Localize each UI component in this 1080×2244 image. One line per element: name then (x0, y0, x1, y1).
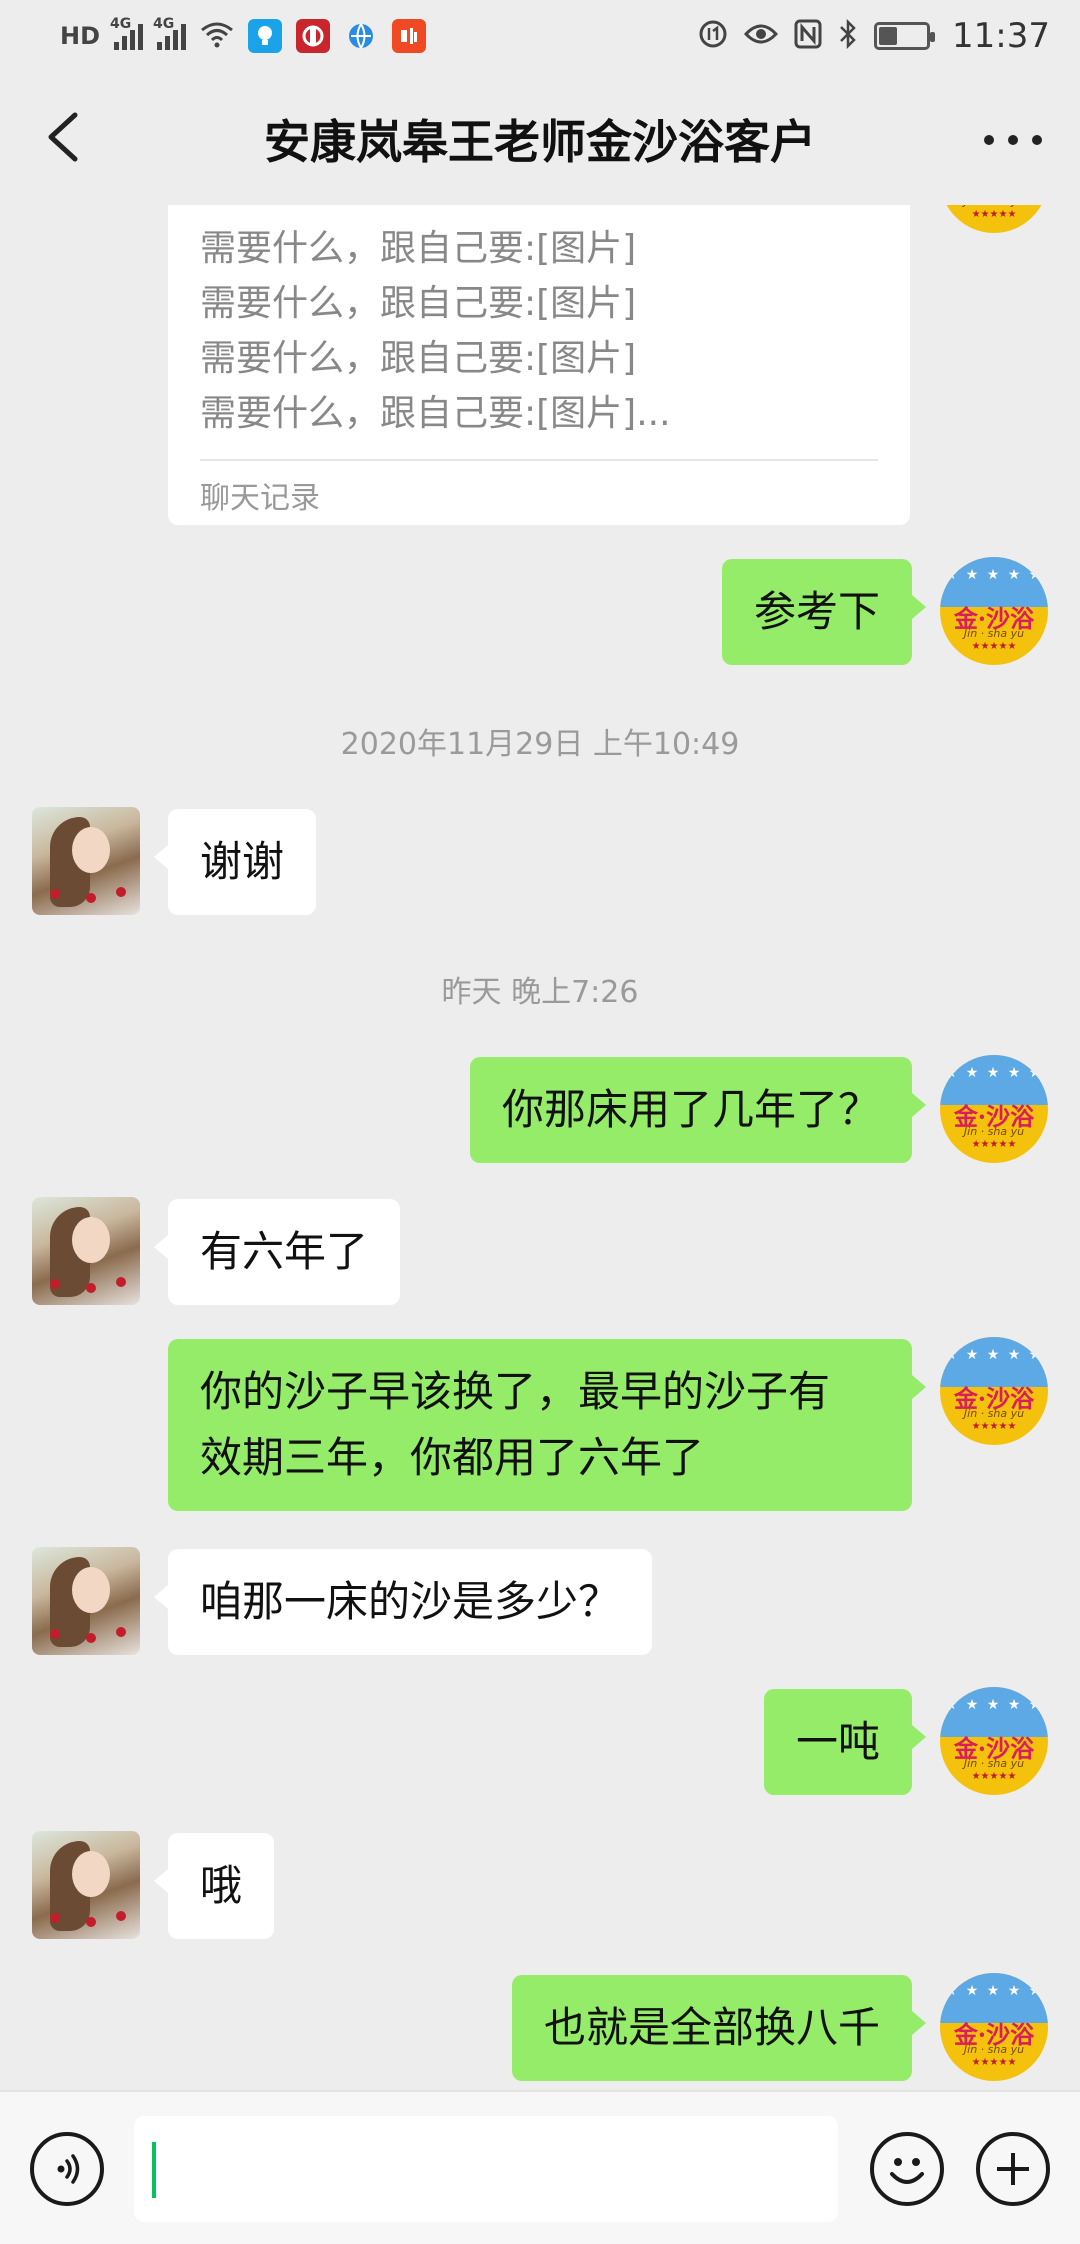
more-options-button[interactable] (978, 110, 1048, 170)
message-bubble-incoming[interactable]: 咱那一床的沙是多少？ (153, 1549, 653, 1655)
text-caret (152, 2142, 156, 2198)
wifi-icon (200, 20, 234, 52)
data-saver-icon (698, 19, 728, 53)
self-avatar[interactable]: ★ ★ ★ ★ ★ 金·沙浴 Jin · sha yu ★★★★★ (940, 1687, 1048, 1795)
chevron-left-icon (48, 112, 78, 162)
message-bubble-outgoing[interactable]: 你那床用了几年了？ (469, 1057, 927, 1163)
message-list[interactable]: ★ ★ ★ ★ ★ 金·沙浴 Jin · sha yu ★★★★★ 需要什么，跟… (0, 205, 1080, 2090)
status-bar-left: HD 4G 4G (60, 14, 427, 58)
record-line: 需要什么，跟自己要:[图片] (200, 283, 637, 324)
timestamp: 昨天 晚上7:26 (441, 975, 639, 1010)
self-avatar[interactable]: ★ ★ ★ ★ ★ 金·沙浴 Jin · sha yu ★★★★★ (940, 557, 1048, 665)
bulb-app-icon (248, 19, 283, 53)
timestamp: 2020年11月29日 上午10:49 (340, 727, 740, 762)
battery-fill (879, 27, 898, 45)
chat-record-card[interactable]: 需要什么，跟自己要:[图片] 需要什么，跟自己要:[图片] 需要什么，跟自己要:… (168, 205, 910, 525)
back-button[interactable] (28, 102, 98, 172)
message-input[interactable] (134, 2116, 838, 2222)
message-bubble-outgoing[interactable]: 一吨 (763, 1689, 927, 1795)
message-bubble-outgoing[interactable]: 参考下 (721, 559, 927, 665)
contact-avatar[interactable] (32, 1547, 140, 1655)
bluetooth-icon (838, 18, 858, 53)
bank-app-icon (296, 19, 331, 53)
message-bubble-incoming[interactable]: 谢谢 (153, 809, 317, 915)
status-bar: HD 4G 4G 11:37 (0, 0, 1080, 70)
eye-icon (743, 22, 779, 50)
voice-icon (57, 2154, 80, 2184)
message-bubble-incoming[interactable]: 哦 (153, 1833, 275, 1939)
title-bar: 安康岚皋王老师金沙浴客户 (0, 70, 1080, 205)
signal-icon-1: 4G (110, 16, 144, 50)
record-line: 需要什么，跟自己要:[图片] (200, 228, 637, 269)
nfc-icon (794, 19, 822, 53)
record-line: 需要什么，跟自己要:[图片]... (200, 393, 671, 434)
message-bubble-outgoing[interactable]: 你的沙子早该换了，最早的沙子有 效期三年，你都用了六年了 (168, 1339, 926, 1511)
globe-app-icon (344, 19, 378, 53)
battery-icon (874, 22, 936, 50)
message-line: 你的沙子早该换了，最早的沙子有 (200, 1367, 831, 1416)
chat-screen: HD 4G 4G 11:37 安康岚皋王老师金沙浴客户 ★★★★★ 需要什么，跟… (0, 0, 1080, 2244)
signal-icon-2: 4G (153, 16, 187, 50)
chat-title: 安康岚皋王老师金沙浴客户 (264, 115, 816, 169)
input-bar (0, 2090, 1080, 2244)
self-avatar[interactable]: ★ ★ ★ ★ ★ 金·沙浴 Jin · sha yu ★★★★★ (940, 205, 1048, 233)
hd-indicator: HD (60, 22, 101, 50)
self-avatar[interactable]: ★ ★ ★ ★ ★ 金·沙浴 Jin · sha yu ★★★★★ (940, 1337, 1048, 1445)
status-time: 11:37 (952, 16, 1050, 56)
record-divider (200, 459, 878, 461)
status-bar-right: 11:37 (698, 14, 1050, 58)
smiley-icon (890, 2158, 924, 2184)
more-actions-button[interactable] (976, 2132, 1050, 2206)
message-line: 效期三年，你都用了六年了 (200, 1433, 705, 1482)
emoji-button[interactable] (870, 2132, 944, 2206)
message-bubble-incoming[interactable]: 有六年了 (153, 1199, 401, 1305)
listen-app-icon (392, 19, 427, 53)
contact-avatar[interactable] (32, 1197, 140, 1305)
contact-avatar[interactable] (32, 807, 140, 915)
record-footer: 聊天记录 (200, 481, 320, 516)
self-avatar[interactable]: ★ ★ ★ ★ ★ 金·沙浴 Jin · sha yu ★★★★★ (940, 1973, 1048, 2081)
voice-input-button[interactable] (30, 2132, 104, 2206)
contact-avatar[interactable] (32, 1831, 140, 1939)
self-avatar[interactable]: ★ ★ ★ ★ ★ 金·沙浴 Jin · sha yu ★★★★★ (940, 1055, 1048, 1163)
message-bubble-outgoing[interactable]: 也就是全部换八千 (511, 1975, 927, 2081)
record-line: 需要什么，跟自己要:[图片] (200, 338, 637, 379)
